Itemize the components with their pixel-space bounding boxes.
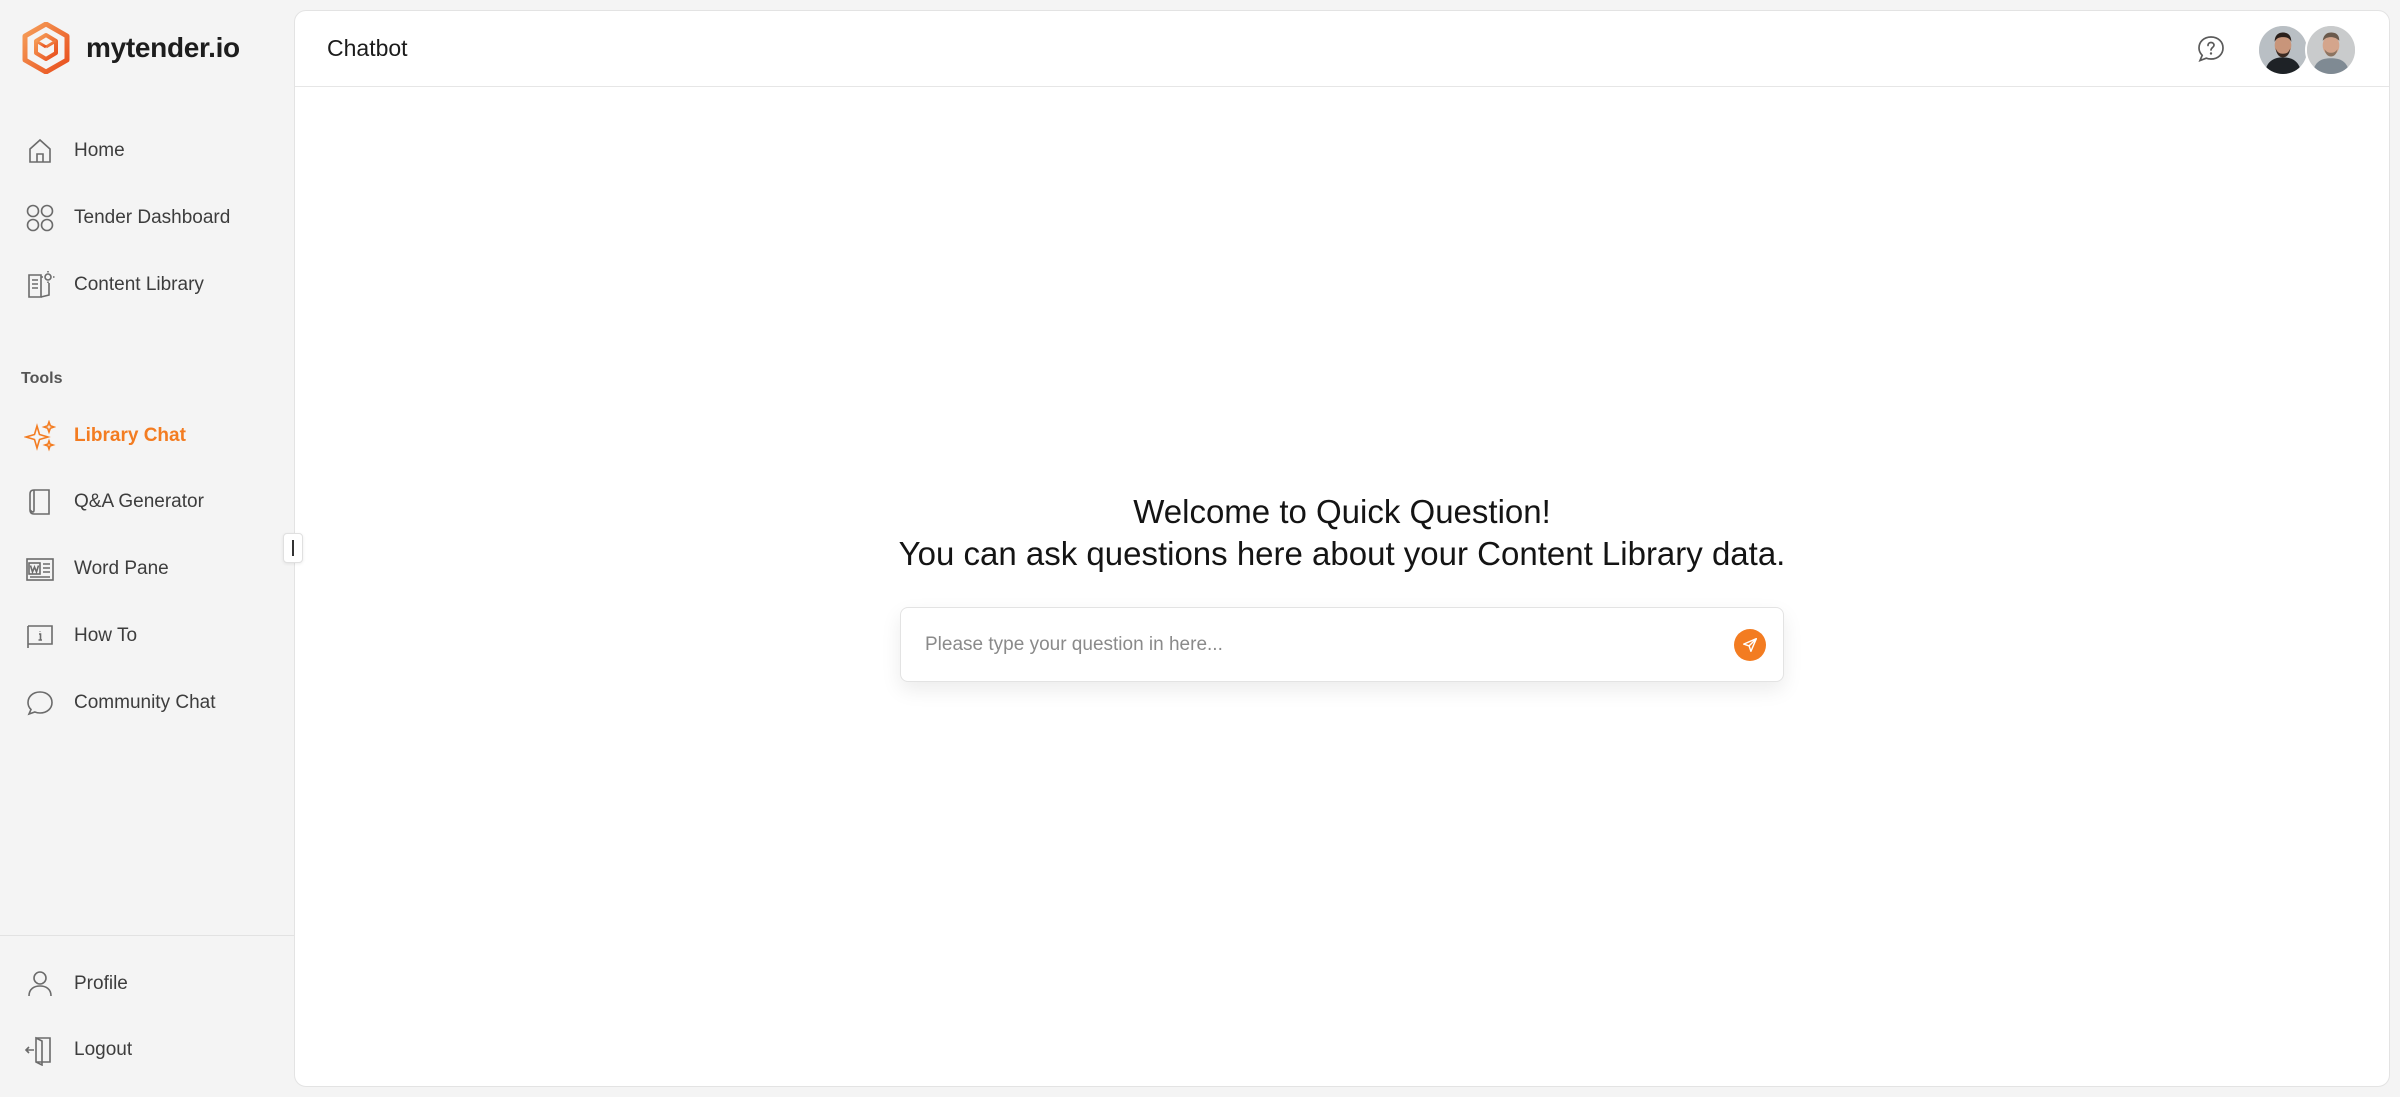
sidebar-item-how-to[interactable]: How To: [22, 609, 282, 663]
page-title: Chatbot: [327, 35, 408, 61]
sidebar-collapse-handle[interactable]: [283, 533, 303, 563]
brand-name: mytender.io: [86, 32, 240, 63]
sidebar-item-label: Word Pane: [74, 558, 169, 579]
sidebar-item-library-chat[interactable]: Library Chat: [22, 409, 282, 463]
sidebar-item-word-pane[interactable]: Word Pane: [22, 542, 282, 596]
tools-section-label: Tools: [21, 370, 63, 387]
sidebar: mytender.io Home Tender Dashboard Conten…: [0, 0, 294, 1097]
welcome-message: Welcome to Quick Question! You can ask q…: [295, 491, 2389, 575]
welcome-heading: Welcome to Quick Question!: [1133, 493, 1551, 530]
info-book-icon: [22, 618, 58, 654]
sidebar-item-label: Logout: [74, 1039, 133, 1060]
avatar[interactable]: [2257, 24, 2309, 76]
sidebar-item-label: Community Chat: [74, 692, 216, 713]
help-chat-icon[interactable]: [2195, 33, 2227, 65]
sidebar-item-label: Q&A Generator: [74, 491, 204, 512]
user-icon: [22, 966, 58, 1002]
sidebar-item-tender-dashboard[interactable]: Tender Dashboard: [22, 191, 282, 245]
sparkle-icon: [22, 418, 58, 454]
logout-icon: [22, 1032, 58, 1068]
dashboard-icon: [22, 200, 58, 236]
main-panel: Chatbot Welcome to Quick Question! You c…: [294, 10, 2390, 1087]
sidebar-item-community-chat[interactable]: Community Chat: [22, 676, 282, 730]
sidebar-item-label: Library Chat: [74, 425, 186, 446]
sidebar-item-logout[interactable]: Logout: [22, 1023, 282, 1077]
sidebar-item-qa-generator[interactable]: Q&A Generator: [22, 475, 282, 529]
user-avatars: [2257, 24, 2357, 76]
sidebar-item-label: Tender Dashboard: [74, 207, 231, 228]
avatar[interactable]: [2305, 24, 2357, 76]
brand[interactable]: mytender.io: [20, 20, 240, 76]
question-input[interactable]: [925, 626, 1715, 664]
sidebar-divider: [0, 935, 294, 936]
chat-bubble-icon: [22, 685, 58, 721]
sidebar-item-label: Content Library: [74, 274, 204, 295]
sidebar-item-home[interactable]: Home: [22, 124, 282, 178]
sidebar-item-profile[interactable]: Profile: [22, 957, 282, 1011]
sidebar-item-label: Profile: [74, 973, 128, 994]
send-button[interactable]: [1734, 629, 1766, 661]
brand-logo-icon: [22, 22, 70, 74]
document-icon: [22, 484, 58, 520]
home-icon: [22, 133, 58, 169]
word-icon: [22, 551, 58, 587]
app-root: mytender.io Home Tender Dashboard Conten…: [0, 0, 2400, 1097]
sidebar-item-label: How To: [74, 625, 138, 646]
library-icon: [22, 267, 58, 303]
welcome-subheading: You can ask questions here about your Co…: [898, 535, 1786, 572]
send-icon: [1742, 637, 1758, 653]
sidebar-item-label: Home: [74, 140, 125, 161]
question-box: [900, 607, 1784, 682]
sidebar-item-content-library[interactable]: Content Library: [22, 258, 282, 312]
topbar: Chatbot: [295, 11, 2389, 87]
